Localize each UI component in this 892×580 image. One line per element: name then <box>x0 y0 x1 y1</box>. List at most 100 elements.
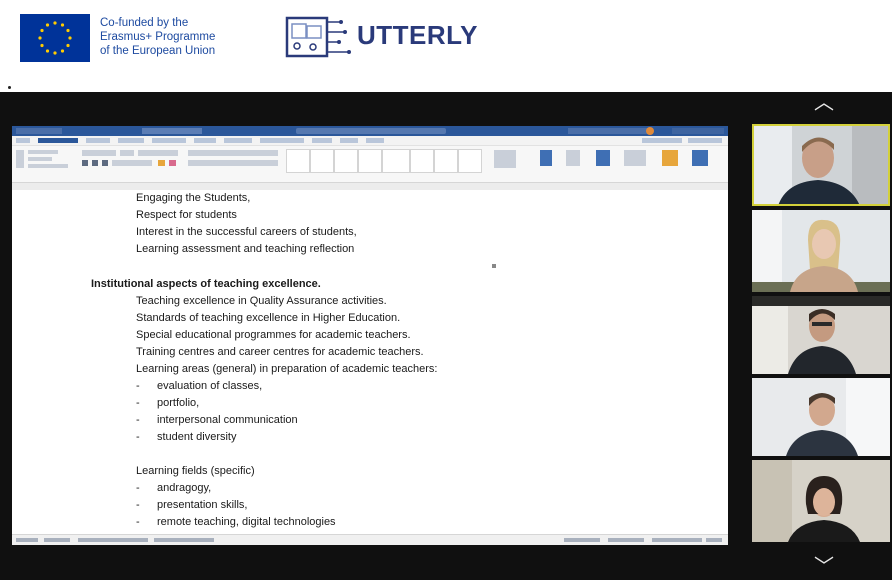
editor-button[interactable] <box>596 150 610 166</box>
highlight-button[interactable] <box>158 160 165 166</box>
tab-insert[interactable] <box>86 138 110 143</box>
font-size-select[interactable] <box>120 150 134 156</box>
document-line: andragogy, <box>157 482 212 494</box>
bullet-marker: - <box>136 516 140 528</box>
font-effects-buttons[interactable] <box>112 160 152 166</box>
window-controls[interactable] <box>672 128 724 134</box>
underline-button[interactable] <box>102 160 108 166</box>
italic-button[interactable] <box>92 160 98 166</box>
chevron-up-icon[interactable]: ︿ <box>808 92 840 114</box>
tab-help[interactable] <box>340 138 358 143</box>
cut-button[interactable] <box>28 150 58 154</box>
style-normal[interactable] <box>286 149 310 173</box>
utterly-logo-icon <box>283 12 355 62</box>
document-line: Respect for students <box>136 209 237 221</box>
participant-tile-4[interactable] <box>752 378 890 456</box>
eu-stars-icon <box>20 14 90 62</box>
document-body: Engaging the Students, Respect for stude… <box>12 190 728 534</box>
project-name: UTTERLY <box>357 20 478 50</box>
font-name-select[interactable] <box>82 150 116 156</box>
quick-access-toolbar[interactable] <box>16 128 62 134</box>
comments-button[interactable] <box>688 138 722 143</box>
participant-tile-5[interactable] <box>752 460 890 542</box>
bullet-marker: - <box>136 482 140 494</box>
style-title[interactable] <box>382 149 410 173</box>
mouse-cursor-icon <box>492 264 496 268</box>
participant-video <box>752 460 890 542</box>
alignment-buttons[interactable] <box>188 160 278 166</box>
eu-text-line: Erasmus+ Programme <box>100 31 216 43</box>
bullet-marker: - <box>136 397 140 409</box>
video-meeting-area: ︿ Engaging the Students, Respect for stu… <box>0 92 892 580</box>
zoom-level[interactable] <box>706 538 722 542</box>
eu-text-line: of the European Union <box>100 45 216 57</box>
bold-button[interactable] <box>82 160 88 166</box>
view-buttons[interactable] <box>608 538 644 542</box>
tab-review[interactable] <box>260 138 304 143</box>
share-button[interactable] <box>642 138 682 143</box>
style-heading-1[interactable] <box>334 149 358 173</box>
document-line: Special educational programmes for acade… <box>136 329 411 341</box>
document-line: portfolio, <box>157 397 200 409</box>
font-color-button[interactable] <box>169 160 176 166</box>
shared-screen: Engaging the Students, Respect for stude… <box>12 126 728 545</box>
document-title <box>142 128 202 134</box>
bullet-marker: - <box>136 499 140 511</box>
document-heading: Institutional aspects of teaching excell… <box>91 278 321 290</box>
eu-funding-text: Co-funded by the Erasmus+ Programme of t… <box>100 16 215 58</box>
participant-tile-1[interactable] <box>752 124 890 206</box>
eu-text-line: Co-funded by the <box>100 17 189 29</box>
tab-file[interactable] <box>16 138 30 143</box>
participant-video <box>752 124 890 206</box>
document-line: Training centres and career centres for … <box>136 346 424 358</box>
style-emphasis[interactable] <box>434 149 458 173</box>
tab-mailings[interactable] <box>224 138 252 143</box>
account-name <box>568 128 648 134</box>
document-line: Interest in the successful careers of st… <box>136 226 357 238</box>
style-heading-2[interactable] <box>358 149 382 173</box>
word-count <box>44 538 70 542</box>
search-box[interactable] <box>296 128 446 134</box>
document-line: interpersonal communication <box>157 414 298 426</box>
ribbon-tabs <box>12 136 728 146</box>
focus-button[interactable] <box>564 538 600 542</box>
format-painter-button[interactable] <box>28 164 68 168</box>
tab-home[interactable] <box>38 138 78 143</box>
participant-tile-2[interactable] <box>752 210 890 292</box>
bullet-marker: - <box>136 431 140 443</box>
designer-button[interactable] <box>692 150 708 166</box>
style-no-spacing[interactable] <box>310 149 334 173</box>
status-bar <box>12 534 728 545</box>
tab-design[interactable] <box>118 138 144 143</box>
zoom-slider[interactable] <box>652 538 702 542</box>
separator-dot <box>8 86 11 89</box>
account-avatar[interactable] <box>646 127 654 135</box>
dictate-button[interactable] <box>540 150 552 166</box>
document-line: Learning assessment and teaching reflect… <box>136 243 355 255</box>
header-banner: Co-funded by the Erasmus+ Programme of t… <box>0 0 892 92</box>
language-indicator[interactable] <box>78 538 148 542</box>
paste-button[interactable] <box>16 150 24 168</box>
tab-references[interactable] <box>194 138 216 143</box>
list-buttons[interactable] <box>188 150 278 156</box>
tab-layout[interactable] <box>152 138 186 143</box>
tab-view[interactable] <box>312 138 332 143</box>
document-line: Engaging the Students, <box>136 192 251 204</box>
sensitivity-button[interactable] <box>566 150 580 166</box>
participant-video <box>752 378 890 456</box>
reuse-files-button[interactable] <box>624 150 646 166</box>
participant-tile-3[interactable] <box>752 296 890 374</box>
add-in-button[interactable] <box>662 150 678 166</box>
find-replace-buttons[interactable] <box>494 150 516 168</box>
document-line: Teaching excellence in Quality Assurance… <box>136 295 387 307</box>
participant-video <box>752 296 890 374</box>
copy-button[interactable] <box>28 157 52 161</box>
participant-video <box>752 210 890 292</box>
chevron-down-icon[interactable]: ﹀ <box>808 556 840 578</box>
style-subtitle[interactable] <box>410 149 434 173</box>
accessibility-indicator[interactable] <box>154 538 214 542</box>
font-size-buttons[interactable] <box>138 150 178 156</box>
tab-tell-me[interactable] <box>366 138 384 143</box>
bullet-marker: - <box>136 414 140 426</box>
style-intense[interactable] <box>458 149 482 173</box>
